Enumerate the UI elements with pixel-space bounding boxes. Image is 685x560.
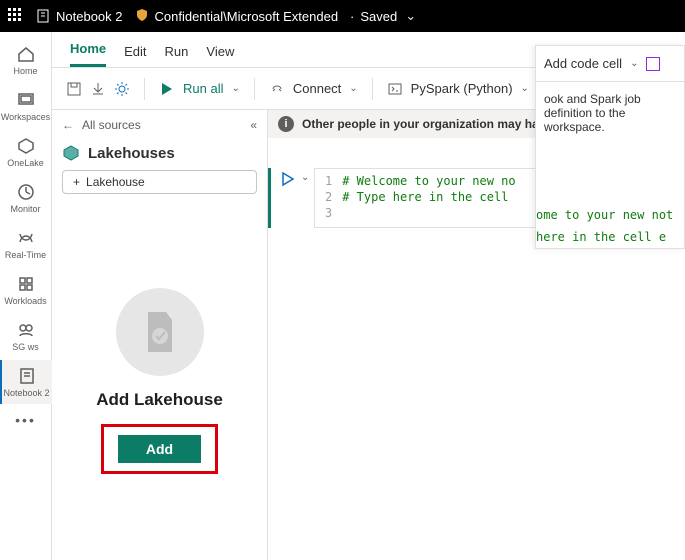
rail-notebook2[interactable]: Notebook 2	[0, 360, 52, 404]
overlay-code-line: ome to your new not	[536, 204, 684, 226]
sources-breadcrumb[interactable]: All sources	[82, 118, 141, 132]
rail-more[interactable]: •••	[0, 406, 52, 434]
chevron-down-icon: ⌄	[405, 8, 416, 24]
rail-workloads[interactable]: Workloads	[0, 268, 52, 312]
back-arrow-icon[interactable]: ←	[62, 118, 74, 132]
rail-home[interactable]: Home	[0, 38, 52, 82]
info-icon: i	[278, 116, 294, 132]
connect-dropdown[interactable]: Connect ⌄	[269, 81, 358, 97]
app-header: Notebook 2 Confidential\Microsoft Extend…	[0, 0, 685, 32]
add-button[interactable]: Add	[118, 435, 201, 463]
tab-home[interactable]: Home	[70, 41, 106, 67]
chevron-down-icon: ⌄	[349, 83, 357, 94]
download-icon[interactable]	[90, 81, 106, 97]
tab-run[interactable]: Run	[165, 44, 189, 67]
add-button-highlight: Add	[101, 424, 218, 474]
rail-realtime[interactable]: Real-Time	[0, 222, 52, 266]
rail-workspaces[interactable]: Workspaces	[0, 84, 52, 128]
code-line: # Type here in the cell	[342, 189, 515, 205]
cell-menu-chevron-icon[interactable]: ⌄	[301, 172, 309, 183]
collapse-panel-icon[interactable]: «	[250, 118, 257, 132]
rail-monitor[interactable]: Monitor	[0, 176, 52, 220]
rail-sgws[interactable]: SG ws	[0, 314, 52, 358]
file-name[interactable]: Notebook 2	[36, 9, 123, 24]
notebook-icon	[36, 9, 50, 23]
empty-state-icon	[116, 288, 204, 376]
chevron-down-icon: ⌄	[521, 83, 529, 94]
sensitivity-label[interactable]: Confidential\Microsoft Extended	[135, 8, 339, 25]
code-line: # Welcome to your new no	[342, 173, 515, 189]
save-icon[interactable]	[66, 81, 82, 97]
overlay-code-line: here in the cell e	[536, 226, 684, 248]
empty-state: Add Lakehouse Add	[52, 202, 267, 560]
sources-panel: ← All sources « Lakehouses + Lakehouse A…	[52, 110, 268, 560]
add-code-cell-button[interactable]: Add code cell	[544, 56, 622, 71]
nav-rail: Home Workspaces OneLake Monitor Real-Tim…	[0, 32, 52, 560]
run-all-button[interactable]: Run all ⌄	[159, 81, 240, 97]
markdown-cell-icon[interactable]	[646, 57, 660, 71]
kernel-dropdown[interactable]: PySpark (Python) ⌄	[387, 81, 529, 97]
settings-icon[interactable]	[114, 81, 130, 97]
overlay-hint: ook and Spark job definition to the work…	[536, 82, 684, 144]
overlay-panel: Add code cell ⌄ ook and Spark job defini…	[535, 45, 685, 249]
save-state[interactable]: · Saved ⌄	[350, 8, 416, 24]
add-lakehouse-chip[interactable]: + Lakehouse	[62, 170, 257, 194]
rail-onelake[interactable]: OneLake	[0, 130, 52, 174]
chevron-down-icon: ⌄	[231, 83, 239, 94]
empty-state-title: Add Lakehouse	[96, 390, 223, 410]
sources-title: Lakehouses	[88, 145, 175, 162]
tab-view[interactable]: View	[206, 44, 234, 67]
shield-icon	[135, 8, 149, 25]
code-line	[342, 205, 515, 221]
lakehouse-icon	[62, 144, 80, 162]
run-cell-icon[interactable]	[281, 172, 295, 189]
plus-icon: +	[73, 175, 80, 189]
app-launcher-icon[interactable]	[8, 8, 24, 24]
chevron-down-icon: ⌄	[630, 58, 638, 69]
tab-edit[interactable]: Edit	[124, 44, 146, 67]
